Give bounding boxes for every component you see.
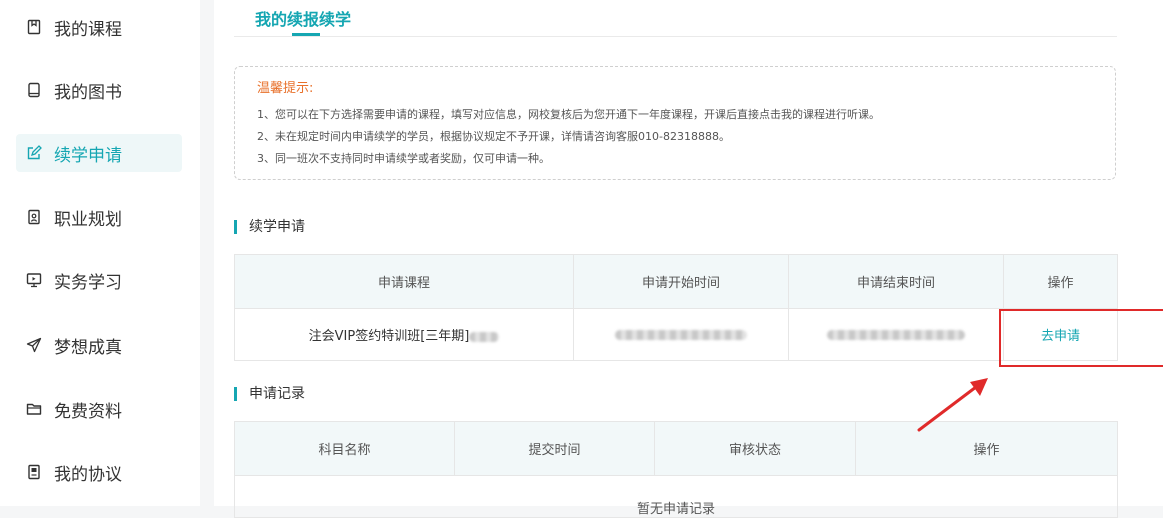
annotation-arrow-icon	[917, 378, 988, 432]
notice-line: 2、未在规定时间内申请续学的学员，根据协议规定不予开课，详情请咨询客服010-8…	[257, 130, 730, 143]
book-icon	[26, 82, 42, 98]
column-header: 申请课程	[234, 254, 574, 309]
paper-plane-icon	[26, 337, 42, 353]
empty-state: 暂无申请记录	[234, 475, 1118, 518]
notice-title: 温馨提示:	[257, 81, 314, 96]
redacted-text	[615, 329, 747, 340]
edit-icon	[26, 145, 42, 161]
redacted-text	[827, 329, 965, 340]
sidebar-item-renewal-apply[interactable]: 续学申请	[16, 134, 182, 172]
notice-line: 3、同一班次不支持同时申请续学或者奖励，仅可申请一种。	[257, 152, 550, 165]
redacted-text	[469, 331, 500, 342]
monitor-icon	[26, 272, 42, 288]
career-icon	[26, 209, 42, 225]
table-header-row: 申请课程 申请开始时间 申请结束时间 操作	[234, 254, 1118, 309]
sidebar-item-agreements[interactable]: 我的协议	[16, 453, 182, 491]
sidebar-item-label: 梦想成真	[54, 337, 122, 358]
sidebar-item-dream[interactable]: 梦想成真	[16, 326, 182, 364]
sidebar: 我的课程 我的图书 续学申请 职业规划 实务学习 梦想成真 免费资料 我的协议	[0, 0, 200, 506]
tab-my-renewal[interactable]: 我的续报续学	[255, 6, 351, 30]
sidebar-item-my-books[interactable]: 我的图书	[16, 71, 182, 109]
sidebar-item-free-materials[interactable]: 免费资料	[16, 390, 182, 428]
course-cell: 注会VIP签约特训班[三年期]	[234, 308, 574, 361]
sidebar-item-label: 实务学习	[54, 272, 122, 293]
start-time-cell	[573, 308, 789, 361]
notice-line: 1、您可以在下方选择需要申请的课程，填写对应信息，网校复核后为您开通下一年度课程…	[257, 108, 880, 121]
table-row: 暂无申请记录	[234, 475, 1118, 518]
section-title-records: 申请记录	[234, 387, 305, 401]
folder-icon	[26, 401, 42, 417]
column-header: 科目名称	[234, 421, 455, 476]
bookmark-icon	[26, 19, 42, 35]
end-time-cell	[788, 308, 1004, 361]
column-header: 申请开始时间	[573, 254, 789, 309]
tab-divider	[234, 36, 1117, 37]
annotation-highlight-box	[999, 309, 1163, 367]
renewal-apply-table: 申请课程 申请开始时间 申请结束时间 操作 注会VIP签约特训班[三年期] 去申…	[234, 254, 1118, 361]
sidebar-item-my-courses[interactable]: 我的课程	[16, 8, 182, 46]
column-header: 审核状态	[654, 421, 856, 476]
document-icon	[26, 464, 42, 480]
course-name: 注会VIP签约特训班[三年期]	[308, 329, 470, 344]
sidebar-item-practice[interactable]: 实务学习	[16, 261, 182, 299]
sidebar-item-label: 免费资料	[54, 401, 122, 422]
table-row: 注会VIP签约特训班[三年期] 去申请	[234, 308, 1118, 361]
sidebar-item-label: 我的图书	[54, 82, 122, 103]
sidebar-item-label: 职业规划	[54, 209, 122, 230]
sidebar-item-label: 我的课程	[54, 19, 122, 40]
column-header: 申请结束时间	[788, 254, 1004, 309]
empty-state-text: 暂无申请记录	[636, 502, 715, 517]
main-panel: 我的续报续学 温馨提示: 1、您可以在下方选择需要申请的课程，填写对应信息，网校…	[214, 0, 1163, 518]
notice-box: 温馨提示: 1、您可以在下方选择需要申请的课程，填写对应信息，网校复核后为您开通…	[234, 66, 1116, 180]
column-header: 提交时间	[454, 421, 655, 476]
sidebar-item-label: 续学申请	[54, 145, 122, 166]
column-header: 操作	[1003, 254, 1118, 309]
section-title-renewal-apply: 续学申请	[234, 220, 305, 234]
sidebar-item-career[interactable]: 职业规划	[16, 198, 182, 236]
sidebar-item-label: 我的协议	[54, 464, 122, 485]
